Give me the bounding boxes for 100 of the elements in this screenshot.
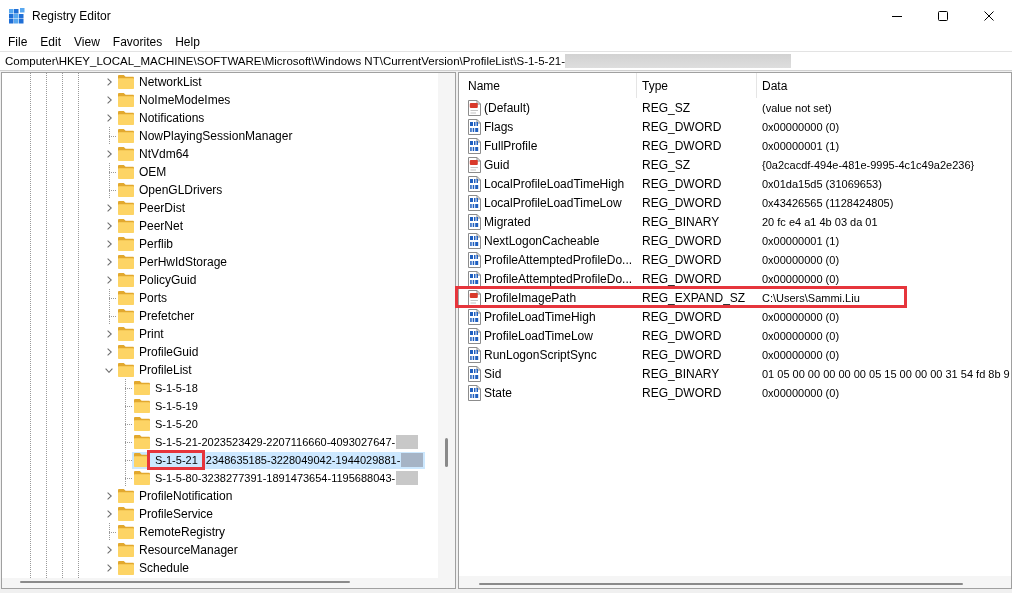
chevron-right-icon[interactable] — [106, 510, 112, 518]
value-type: REG_DWORD — [642, 176, 722, 191]
chevron-right-icon[interactable] — [106, 348, 112, 356]
tree-item[interactable]: PeerNet — [116, 217, 186, 235]
folder-icon — [118, 255, 134, 269]
value-name: FullProfile — [484, 138, 538, 153]
value-name: ProfileAttemptedProfileDo... — [484, 271, 633, 286]
value-data: 0x00000000 (0) — [762, 329, 840, 342]
horizontal-scrollbar[interactable] — [2, 578, 455, 588]
folder-icon — [118, 525, 134, 539]
folder-icon — [118, 237, 134, 251]
binary-value-icon — [466, 384, 482, 401]
binary-value-icon — [466, 232, 482, 249]
window-title: Registry Editor — [32, 9, 111, 23]
binary-value-icon — [466, 251, 482, 268]
string-value-icon — [466, 99, 482, 116]
value-name: RunLogonScriptSync — [484, 347, 597, 362]
tree-item[interactable]: S-1-5-19 — [132, 397, 200, 415]
value-name: ProfileLoadTimeLow — [484, 328, 593, 343]
chevron-right-icon[interactable] — [106, 546, 112, 554]
tree-item[interactable]: ProfileService — [116, 505, 216, 523]
tree-item[interactable]: S-1-5-20 — [132, 415, 200, 433]
value-type: REG_DWORD — [642, 385, 722, 400]
chevron-right-icon[interactable] — [106, 78, 112, 86]
folder-icon — [118, 273, 134, 287]
tree-item[interactable]: S-1-5-18 — [132, 379, 200, 397]
tree-item[interactable]: Perflib — [116, 235, 175, 253]
folder-icon — [118, 147, 134, 161]
string-value-icon — [466, 289, 482, 306]
menu-item[interactable]: View — [68, 32, 106, 51]
chevron-right-icon[interactable] — [106, 150, 112, 158]
value-name: Migrated — [484, 214, 531, 229]
value-name: Flags — [484, 119, 514, 134]
chevron-down-icon[interactable] — [105, 367, 113, 373]
tree-item[interactable]: S-1-5-21 2348635185-3228049042-1944029881- — [132, 451, 426, 469]
folder-icon — [134, 471, 150, 485]
value-type: REG_SZ — [642, 157, 690, 172]
folder-icon — [118, 363, 134, 377]
value-type: REG_DWORD — [642, 271, 722, 286]
tree-item[interactable]: Prefetcher — [116, 307, 197, 325]
chevron-right-icon[interactable] — [106, 564, 112, 572]
tree-item[interactable]: NowPlayingSessionManager — [116, 127, 295, 145]
chevron-right-icon[interactable] — [106, 240, 112, 248]
tree-item[interactable]: ProfileGuid — [116, 343, 201, 361]
tree-item[interactable]: NoImeModeImes — [116, 91, 233, 109]
value-name: Guid — [484, 157, 510, 172]
chevron-right-icon[interactable] — [106, 222, 112, 230]
tree-item[interactable]: ProfileNotification — [116, 487, 235, 505]
horizontal-scrollbar[interactable] — [459, 576, 1011, 588]
value-name: LocalProfileLoadTimeLow — [484, 195, 622, 210]
address-field[interactable]: Computer\HKEY_LOCAL_MACHINE\SOFTWARE\Microsoft\Windows NT\CurrentVersion\ProfileList\S-1-5-21- — [0, 51, 1012, 71]
menu-item[interactable]: Favorites — [106, 32, 169, 51]
tree-item[interactable]: Notifications — [116, 109, 207, 127]
tree-item[interactable]: ResourceManager — [116, 541, 240, 559]
scrollbar-thumb[interactable] — [20, 581, 350, 583]
value-name: LocalProfileLoadTimeHigh — [484, 176, 625, 191]
chevron-right-icon[interactable] — [106, 114, 112, 122]
tree-item[interactable]: S-1-5-21-2023523429-2207116660-4093027647- — [132, 433, 421, 451]
folder-icon — [118, 561, 134, 575]
tree-item[interactable]: OpenGLDrivers — [116, 181, 225, 199]
value-data: 0x00000000 (0) — [762, 253, 840, 266]
chevron-right-icon[interactable] — [106, 276, 112, 284]
chevron-right-icon[interactable] — [106, 330, 112, 338]
menu-item[interactable]: File — [2, 32, 34, 51]
value-data: 0x00000000 (0) — [762, 120, 840, 133]
binary-value-icon — [466, 270, 482, 287]
scrollbar-thumb[interactable] — [479, 583, 963, 585]
value-name: ProfileLoadTimeHigh — [484, 309, 596, 324]
close-icon — [984, 11, 994, 21]
tree-item[interactable]: Print — [116, 325, 166, 343]
tree-item[interactable]: PerHwIdStorage — [116, 253, 230, 271]
tree-item[interactable]: OEM — [116, 163, 169, 181]
scrollbar-thumb[interactable] — [445, 438, 448, 467]
value-data: 0x01da15d5 (31069653) — [762, 177, 882, 190]
maximize-icon — [938, 11, 948, 21]
value-name: (Default) — [484, 100, 530, 115]
vertical-scrollbar[interactable] — [438, 73, 455, 578]
tree-item[interactable]: Schedule — [116, 559, 192, 577]
tree-item[interactable]: NetworkList — [116, 73, 204, 91]
tree-item[interactable]: ProfileList — [116, 361, 194, 379]
binary-value-icon — [466, 118, 482, 135]
tree-item[interactable]: PolicyGuid — [116, 271, 199, 289]
folder-icon — [118, 165, 134, 179]
chevron-right-icon[interactable] — [106, 96, 112, 104]
tree-item[interactable]: RemoteRegistry — [116, 523, 228, 541]
chevron-right-icon[interactable] — [106, 492, 112, 500]
menu-item[interactable]: Help — [169, 32, 206, 51]
menu-item[interactable]: Edit — [34, 32, 68, 51]
app-icon — [9, 8, 25, 24]
binary-value-icon — [466, 175, 482, 192]
chevron-right-icon[interactable] — [106, 258, 112, 266]
chevron-right-icon[interactable] — [106, 204, 112, 212]
tree-item[interactable]: Ports — [116, 289, 169, 307]
tree-item[interactable]: S-1-5-80-3238277391-1891473654-1195688043- — [132, 469, 421, 487]
tree-item[interactable]: NtVdm64 — [116, 145, 192, 163]
minimize-icon — [892, 15, 902, 17]
tree-item[interactable]: PeerDist — [116, 199, 187, 217]
folder-icon — [118, 219, 134, 233]
folder-icon — [118, 201, 134, 215]
value-type: REG_DWORD — [642, 328, 722, 343]
